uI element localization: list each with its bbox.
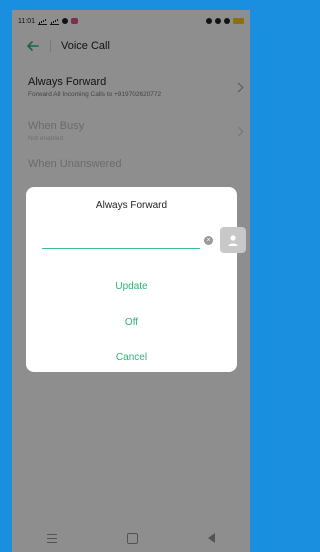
phone-input-row: × — [42, 224, 246, 254]
dialog-title: Always Forward — [95, 200, 168, 211]
clear-circle-icon[interactable]: × — [204, 236, 213, 245]
phone-screen: 11:01 Voice Call Always Forward Forward … — [12, 10, 250, 552]
cancel-button[interactable]: Cancel — [26, 352, 237, 363]
update-button[interactable]: Update — [26, 281, 237, 292]
phone-number-input[interactable] — [42, 228, 200, 249]
off-button[interactable]: Off — [26, 317, 237, 328]
always-forward-dialog: Always Forward × Update Off Cancel — [26, 187, 246, 372]
contact-person-icon[interactable] — [220, 227, 246, 253]
